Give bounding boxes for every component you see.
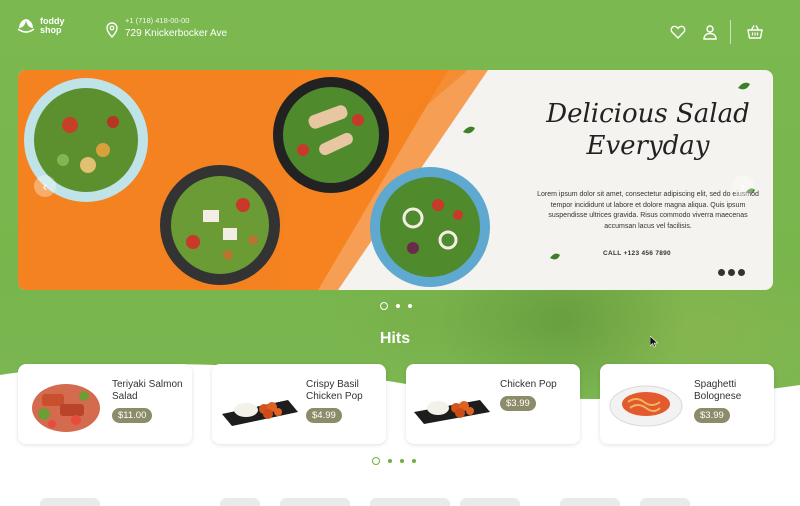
banner-headline: Delicious Salad Everyday	[528, 98, 768, 162]
section-title: Hits	[379, 330, 411, 347]
next-row-tab	[280, 498, 350, 506]
chevron-left-icon: ‹	[42, 178, 48, 194]
salad-bowl-blue	[370, 167, 490, 287]
salad-bowl-chicken	[273, 77, 389, 193]
banner-description: Lorem ipsum dolor sit amet, consectetur …	[537, 191, 759, 230]
twitter-icon[interactable]	[718, 269, 725, 276]
heart-icon[interactable]	[670, 24, 686, 40]
product-price: $3.99	[500, 396, 536, 411]
product-price: $11.00	[112, 408, 153, 423]
basket-icon[interactable]	[747, 24, 763, 40]
mouse-cursor-icon	[650, 336, 658, 348]
banner-pagination	[380, 302, 420, 310]
product-card[interactable]: Chicken Pop $3.99	[406, 364, 580, 444]
banner-headline-line1: Delicious Salad	[546, 99, 750, 129]
next-row-tab	[220, 498, 260, 506]
product-image	[414, 400, 490, 424]
product-card[interactable]: Teriyaki Salmon Salad $11.00	[18, 364, 192, 444]
product-image	[222, 400, 298, 426]
header-divider	[730, 20, 731, 44]
products-pagination-dot[interactable]	[372, 457, 380, 465]
banner-pagination-dot[interactable]	[408, 304, 412, 308]
banner-headline-line2: Everyday	[586, 131, 710, 161]
brand-name-line2: shop	[40, 25, 62, 35]
header-actions	[654, 20, 763, 44]
products-pagination	[372, 457, 424, 465]
user-icon[interactable]	[702, 24, 718, 40]
product-image	[609, 385, 683, 427]
store-address: 729 Knickerbocker Ave	[125, 28, 228, 39]
facebook-icon[interactable]	[728, 269, 735, 276]
leaf-logo-icon	[17, 19, 35, 33]
product-card[interactable]: Crispy Basil Chicken Pop $4.99	[212, 364, 386, 444]
banner-call-number[interactable]: CALL +123 456 7890	[603, 250, 671, 257]
hero-banner: Delicious Salad Everyday Lorem ipsum dol…	[18, 70, 773, 290]
products-pagination-dot[interactable]	[412, 459, 416, 463]
next-row-tab	[640, 498, 690, 506]
next-row-tab	[560, 498, 620, 506]
product-card[interactable]: Spaghetti Bolognese $3.99	[600, 364, 774, 444]
chevron-right-icon: ›	[740, 178, 746, 194]
products-pagination-dot[interactable]	[400, 459, 404, 463]
product-image	[32, 384, 100, 432]
products-pagination-dot[interactable]	[388, 459, 392, 463]
salad-bowl-feta	[160, 165, 280, 285]
product-name: Crispy Basil Chicken Pop	[306, 379, 363, 402]
brand-name: foddy shop	[40, 17, 65, 35]
product-price: $4.99	[306, 408, 342, 423]
product-price: $3.99	[694, 408, 730, 423]
next-row-tab	[460, 498, 520, 506]
next-row-tab	[370, 498, 450, 506]
banner-prev-button[interactable]: ‹	[34, 175, 56, 197]
location-pin-icon	[106, 22, 118, 38]
banner-pagination-dot[interactable]	[396, 304, 400, 308]
brand-logo[interactable]: foddy shop	[16, 16, 65, 36]
social-links	[715, 269, 745, 276]
banner-pagination-dot[interactable]	[380, 302, 388, 310]
instagram-icon[interactable]	[738, 269, 745, 276]
product-name: Chicken Pop	[500, 379, 557, 390]
site-header: foddy shop +1 (718) 418-00-00 729 Knicke…	[0, 0, 800, 58]
next-row-tab	[40, 498, 100, 506]
product-name: Teriyaki Salmon Salad	[112, 379, 183, 402]
contact-info: +1 (718) 418-00-00 729 Knickerbocker Ave	[106, 16, 227, 39]
banner-next-button[interactable]: ›	[732, 175, 754, 197]
product-name: Spaghetti Bolognese	[694, 379, 742, 402]
phone-number[interactable]: +1 (718) 418-00-00	[125, 16, 227, 25]
